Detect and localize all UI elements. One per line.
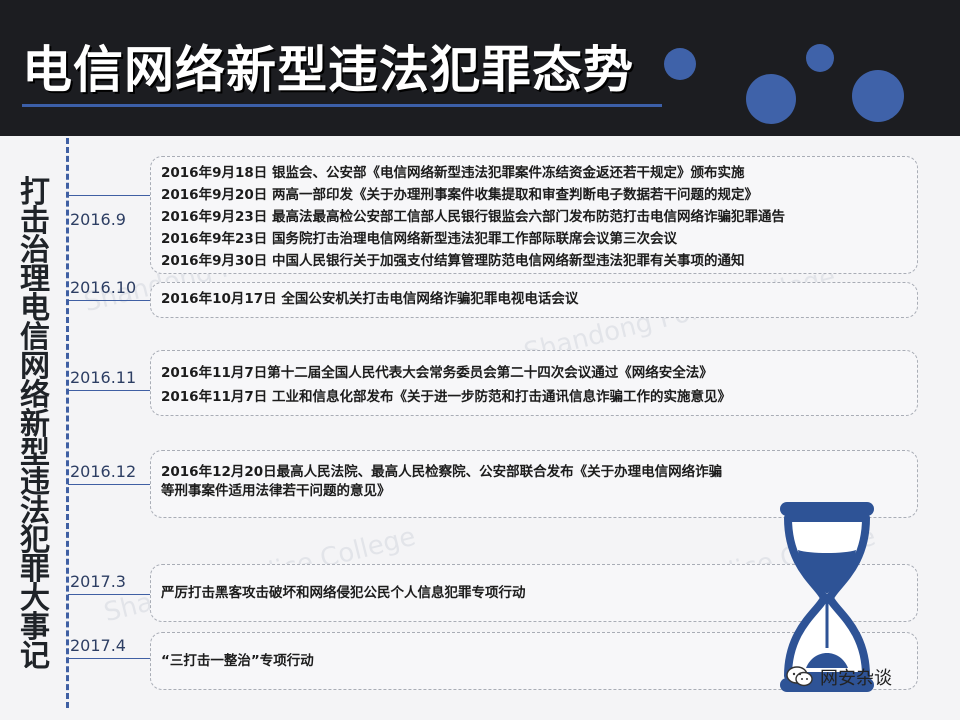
- timeline-connector: [68, 300, 150, 301]
- decor-dot: [852, 70, 904, 122]
- page-title: 电信网络新型违法犯罪态势: [22, 41, 634, 99]
- side-vertical-title: 打击治理电信网络新型违法犯罪大事记: [20, 175, 50, 674]
- event-line: 2016年9月20日 两高一部印发《关于办理刑事案件收集提取和审查判断电子数据若…: [161, 187, 758, 203]
- wechat-icon: [786, 666, 813, 687]
- timeline-date: 2016.10: [70, 278, 137, 297]
- timeline-connector: [68, 484, 150, 485]
- timeline-connector: [68, 658, 150, 659]
- decor-dot: [746, 74, 796, 124]
- timeline-connector: [68, 390, 150, 391]
- event-line: 2016年9年23日 国务院打击治理电信网络新型违法犯罪工作部际联席会议第三次会…: [161, 231, 677, 247]
- event-line: 2016年11月7日第十二届全国人民代表大会常务委员会第二十四次会议通过《网络安…: [161, 365, 713, 381]
- event-line: 2016年11月7日 工业和信息化部发布《关于进一步防范和打击通讯信息诈骗工作的…: [161, 389, 731, 405]
- timeline-connector: [68, 195, 150, 196]
- timeline-event-box: 2016年10月17日 全国公安机关打击电信网络诈骗犯罪电视电话会议: [150, 282, 918, 318]
- timeline-date: 2017.4: [70, 636, 126, 655]
- timeline-date: 2016.12: [70, 462, 137, 481]
- timeline-date: 2016.11: [70, 368, 137, 387]
- timeline-connector: [68, 594, 150, 595]
- event-line: 2016年9月23日 最高法最高检公安部工信部人民银行银监会六部门发布防范打击电…: [161, 209, 785, 225]
- event-line: 2016年10月17日 全国公安机关打击电信网络诈骗犯罪电视电话会议: [161, 291, 579, 307]
- timeline-date: 2017.3: [70, 572, 126, 591]
- timeline-date: 2016.9: [70, 210, 126, 229]
- header-bar: 电信网络新型违法犯罪态势: [0, 0, 960, 136]
- timeline-event-box: 2016年9月18日 银监会、公安部《电信网络新型违法犯罪案件冻结资金返还若干规…: [150, 156, 918, 274]
- event-line: 2016年9月18日 银监会、公安部《电信网络新型违法犯罪案件冻结资金返还若干规…: [161, 165, 745, 181]
- event-line: 2016年12月20日最高人民法院、最高人民检察院、公安部联合发布《关于办理电信…: [161, 464, 723, 499]
- decor-dot: [806, 44, 834, 72]
- title-underline: [22, 104, 662, 107]
- event-line: 2016年9月30日 中国人民银行关于加强支付结算管理防范电信网络新型违法犯罪有…: [161, 253, 745, 269]
- timeline-event-box: 2016年11月7日第十二届全国人民代表大会常务委员会第二十四次会议通过《网络安…: [150, 350, 918, 416]
- wechat-source-label: 网安杂谈: [786, 664, 936, 690]
- wechat-account-name: 网安杂谈: [820, 668, 892, 689]
- timeline-axis: [66, 138, 69, 708]
- decor-dot: [664, 48, 696, 80]
